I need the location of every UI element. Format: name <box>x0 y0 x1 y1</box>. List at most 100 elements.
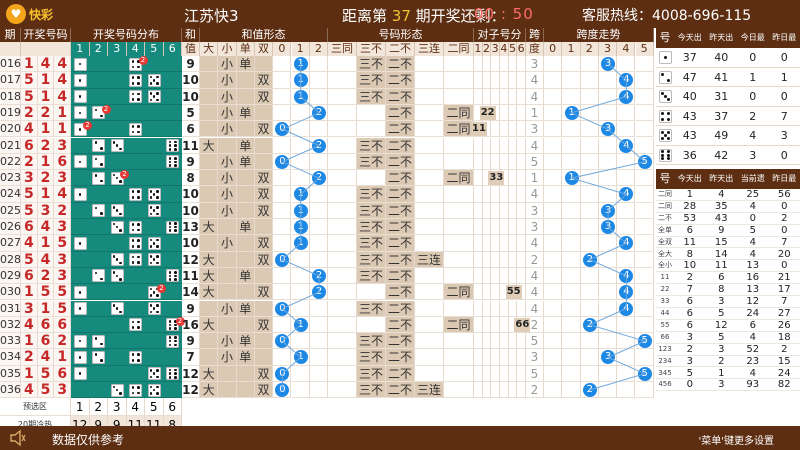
table-row[interactable]: 018 5 1 4 10 小双 1 三不 二不 4 4 <box>0 88 654 105</box>
header-span: 跨度 <box>526 28 544 55</box>
table-row[interactable]: 020 4 1 1 2 6 小双 0 二不 二同 11 3 3 <box>0 121 654 138</box>
numform-cell <box>444 267 474 285</box>
spantrend-cell <box>562 267 581 285</box>
footer-value[interactable]: 3 <box>108 398 127 417</box>
big-cell <box>200 300 219 317</box>
small-cell: 小 <box>218 333 237 350</box>
remainder-cell <box>291 104 310 122</box>
table-row[interactable]: 031 3 1 5 9 小单 0 三不 二不 4 4 <box>0 300 654 317</box>
sum-cell: 11 <box>182 137 200 154</box>
trend-table[interactable]: 期号 开奖号码 开奖号码分布 和值 和值形态 号码形态 对子号分 跨度 跨度走势… <box>0 28 654 426</box>
form-value: 12 <box>714 319 728 331</box>
span-cell: 4 <box>526 284 544 301</box>
remainder-cell <box>291 333 310 350</box>
table-row[interactable]: 025 5 3 2 10 小双 1 三不 二不 3 3 <box>0 202 654 219</box>
die-pip <box>137 320 140 324</box>
draw-number-cell: 3 <box>37 202 55 219</box>
small-cell: 小 <box>218 153 237 171</box>
header-issue-bottom <box>0 42 21 56</box>
pair-cell <box>508 88 518 105</box>
footer-value[interactable]: 1 <box>71 398 90 417</box>
form-value: 12 <box>746 296 760 308</box>
small-cell: 小 <box>218 72 237 89</box>
table-row[interactable]: 027 4 1 5 10 小双 1 三不 二不 4 4 <box>0 235 654 252</box>
table-row[interactable]: 035 1 5 6 12 大双 0 三不 二不 5 5 <box>0 365 654 382</box>
remainder-cell <box>309 316 329 334</box>
big-cell <box>200 104 219 122</box>
form-value: 4 <box>749 248 756 260</box>
stats-value: 37 <box>682 51 697 64</box>
spantrend-cell <box>580 349 599 366</box>
pair-cell <box>517 382 526 399</box>
table-row[interactable]: 026 6 4 3 13 大单 1 三不 二不 3 3 <box>0 219 654 236</box>
table-row[interactable]: 030 1 5 5 2 14 大双 2 二不 二同 55 4 4 <box>0 284 654 301</box>
footer-value[interactable]: 5 <box>145 398 164 417</box>
table-row[interactable]: 036 4 5 3 12 大双 0 三不 二不 三连 2 2 <box>0 382 654 399</box>
form-stats-row: 全大 8 14 4 20 <box>656 249 800 261</box>
stats-value: 42 <box>714 148 729 162</box>
die-pip <box>115 307 119 310</box>
pair-cell <box>491 121 500 138</box>
table-row[interactable]: 028 5 4 3 12 大 双 0 三不 二不 三连 2 2 <box>0 251 654 268</box>
table-row[interactable]: 017 5 1 4 10 小双 1 三不 二不 4 4 <box>0 72 654 89</box>
pair-cell <box>482 251 492 268</box>
form-value: 14 <box>714 248 728 260</box>
header-dist-col: 6 <box>163 42 182 56</box>
spantrend-cell <box>562 72 581 89</box>
pair-cell <box>474 56 483 73</box>
draw-number-cell: 4 <box>54 56 72 73</box>
numform-cell <box>328 153 357 171</box>
numform-cell <box>328 349 357 366</box>
numform-cell <box>328 267 357 285</box>
table-row[interactable]: 022 2 1 6 9 小单 0 三不 二不 5 5 <box>0 153 654 171</box>
table-row[interactable]: 023 3 2 3 2 8 小双 2 二不 二同 33 1 1 <box>0 170 654 187</box>
form-stats-row: 二不 53 43 0 2 <box>656 213 800 225</box>
odd-cell <box>236 316 255 334</box>
table-row[interactable]: 032 4 6 6 2 16 大双 1 二不 二同 66 2 2 <box>0 316 654 334</box>
table-row[interactable]: 033 1 6 2 9 小单 0 三不 二不 5 5 <box>0 333 654 350</box>
die-pip <box>137 391 140 395</box>
table-row[interactable]: 029 6 2 3 11 大单 2 三不 二不 4 4 <box>0 267 654 285</box>
table-row[interactable]: 034 2 4 1 7 小单 1 三不 二不 3 3 <box>0 349 654 366</box>
spantrend-cell <box>635 88 654 105</box>
die-pip <box>156 304 159 307</box>
table-row[interactable]: 019 2 2 1 2 5 小单 2 二不 二同 22 1 1 <box>0 104 654 122</box>
pair-cell <box>508 153 518 171</box>
form-stats-row: 234 3 2 23 15 <box>656 356 800 368</box>
numform-cell: 二不 <box>386 153 415 171</box>
spantrend-cell <box>580 235 599 252</box>
footer-value[interactable]: 6 <box>163 398 182 417</box>
numform-cell <box>415 72 444 89</box>
odd-cell: 单 <box>236 267 255 285</box>
form-value: 9 <box>718 224 725 236</box>
pair-cell <box>500 267 509 285</box>
even-cell <box>254 104 274 122</box>
remainder-dot: 1 <box>293 89 308 104</box>
spantrend-cell <box>617 153 636 171</box>
span-cell: 4 <box>526 300 544 317</box>
table-row[interactable]: 016 1 4 4 2 9 小单 1 三不 二不 3 3 <box>0 56 654 73</box>
die-pip <box>152 388 156 392</box>
die-pip <box>131 196 135 199</box>
die-pip <box>137 239 140 242</box>
stats-value: 47 <box>682 70 697 84</box>
sum-cell: 11 <box>182 267 200 285</box>
table-row[interactable]: 024 5 1 4 10 小双 1 三不 二不 4 4 <box>0 186 654 203</box>
numform-cell <box>328 202 357 219</box>
numform-cell: 二不 <box>386 56 415 73</box>
footer-value[interactable]: 4 <box>126 398 145 417</box>
draw-number-cell: 6 <box>54 365 72 382</box>
logo: ♥ 快彩 <box>6 4 53 24</box>
die-pip <box>168 339 172 343</box>
footer-value[interactable]: 2 <box>89 398 108 417</box>
pair-cell <box>517 300 526 317</box>
header-spantrend-col: 0 <box>544 42 563 56</box>
die-pip <box>131 353 135 356</box>
pair-cell <box>517 267 526 285</box>
speaker-icon[interactable] <box>10 429 26 447</box>
pair-cell <box>517 349 526 366</box>
pair-cell <box>474 202 483 219</box>
stats-value: 0 <box>749 90 757 103</box>
table-row[interactable]: 021 6 2 3 11 大单 2 三不 二不 4 4 <box>0 137 654 154</box>
die-face-6-icon <box>166 269 180 283</box>
